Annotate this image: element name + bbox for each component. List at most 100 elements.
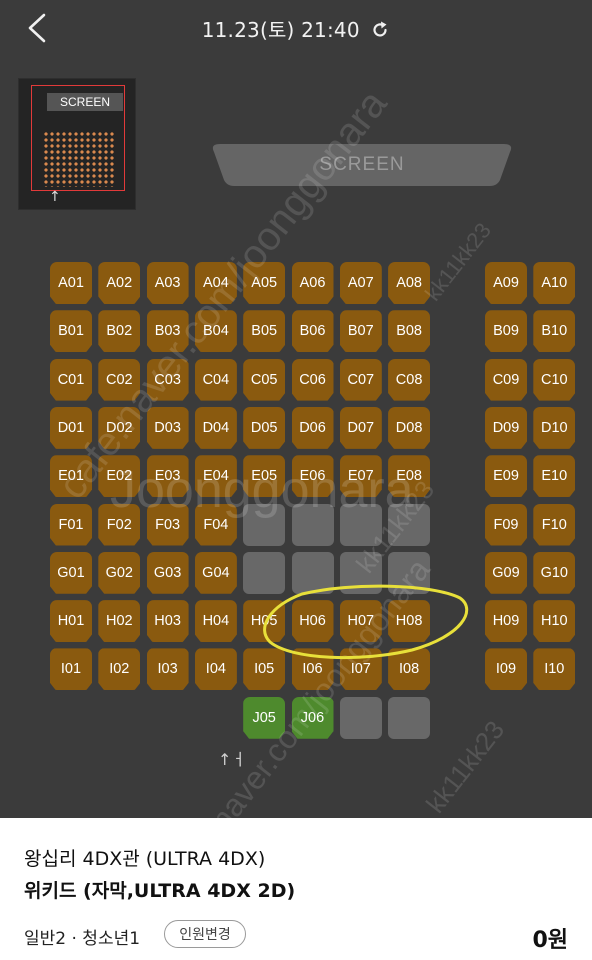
seat-d06[interactable]: D06 bbox=[291, 406, 334, 449]
seat-e02[interactable]: E02 bbox=[98, 455, 141, 498]
seat-i01[interactable]: I01 bbox=[50, 648, 92, 691]
seat-f02[interactable]: F02 bbox=[98, 503, 141, 546]
seat-i10[interactable]: I10 bbox=[533, 648, 576, 691]
seat-g01[interactable]: G01 bbox=[50, 551, 92, 594]
seat-e08[interactable]: E08 bbox=[388, 455, 431, 498]
top-bar: 11.23(토) 21:40 bbox=[0, 0, 592, 56]
seat-sold bbox=[339, 551, 382, 594]
seat-g09[interactable]: G09 bbox=[485, 551, 527, 594]
seat-e01[interactable]: E01 bbox=[50, 455, 92, 498]
seat-h06[interactable]: H06 bbox=[291, 600, 334, 643]
seat-a10[interactable]: A10 bbox=[533, 262, 576, 304]
seat-f04[interactable]: F04 bbox=[194, 503, 237, 546]
seat-minimap[interactable]: SCREEN ↑ bbox=[18, 78, 136, 210]
seat-g03[interactable]: G03 bbox=[146, 551, 189, 594]
seat-b03[interactable]: B03 bbox=[146, 310, 189, 353]
seat-a09[interactable]: A09 bbox=[485, 262, 527, 304]
seat-i06[interactable]: I06 bbox=[291, 648, 334, 691]
seat-f10[interactable]: F10 bbox=[533, 503, 576, 546]
seat-c01[interactable]: C01 bbox=[50, 358, 92, 401]
seat-b02[interactable]: B02 bbox=[98, 310, 141, 353]
seat-b10[interactable]: B10 bbox=[533, 310, 576, 353]
seat-i02[interactable]: I02 bbox=[98, 648, 141, 691]
seat-e10[interactable]: E10 bbox=[533, 455, 576, 498]
seat-a04[interactable]: A04 bbox=[194, 262, 237, 304]
seat-d02[interactable]: D02 bbox=[98, 406, 141, 449]
seat-d09[interactable]: D09 bbox=[485, 406, 527, 449]
seat-j05[interactable]: J05 bbox=[243, 696, 286, 739]
seat-d03[interactable]: D03 bbox=[146, 406, 189, 449]
seat-f01[interactable]: F01 bbox=[50, 503, 92, 546]
seat-c09[interactable]: C09 bbox=[485, 358, 527, 401]
theater-name: 왕십리 4DX관 (ULTRA 4DX) bbox=[24, 848, 266, 870]
seat-b09[interactable]: B09 bbox=[485, 310, 527, 353]
seat-c06[interactable]: C06 bbox=[291, 358, 334, 401]
seat-c08[interactable]: C08 bbox=[388, 358, 431, 401]
entrance-icon: ↑ㅓ bbox=[218, 750, 247, 769]
seat-a08[interactable]: A08 bbox=[388, 262, 431, 304]
seat-c02[interactable]: C02 bbox=[98, 358, 141, 401]
seat-d01[interactable]: D01 bbox=[50, 406, 92, 449]
seat-h07[interactable]: H07 bbox=[339, 600, 382, 643]
seat-a03[interactable]: A03 bbox=[146, 262, 189, 304]
seat-e06[interactable]: E06 bbox=[291, 455, 334, 498]
seat-i04[interactable]: I04 bbox=[194, 648, 237, 691]
seat-h05[interactable]: H05 bbox=[243, 600, 286, 643]
seat-e03[interactable]: E03 bbox=[146, 455, 189, 498]
seat-h04[interactable]: H04 bbox=[194, 600, 237, 643]
seat-c10[interactable]: C10 bbox=[533, 358, 576, 401]
seat-a02[interactable]: A02 bbox=[98, 262, 141, 304]
booking-summary-panel: 왕십리 4DX관 (ULTRA 4DX) 위키드 (자막,ULTRA 4DX 2… bbox=[0, 818, 592, 960]
seat-sold bbox=[291, 503, 334, 546]
seat-a01[interactable]: A01 bbox=[50, 262, 92, 304]
seat-c04[interactable]: C04 bbox=[194, 358, 237, 401]
seat-a06[interactable]: A06 bbox=[291, 262, 334, 304]
seat-b07[interactable]: B07 bbox=[339, 310, 382, 353]
refresh-icon[interactable] bbox=[370, 20, 390, 40]
seat-i07[interactable]: I07 bbox=[339, 648, 382, 691]
seat-h02[interactable]: H02 bbox=[98, 600, 141, 643]
change-audience-button[interactable]: 인원변경 bbox=[164, 920, 246, 948]
seat-b08[interactable]: B08 bbox=[388, 310, 431, 353]
seat-b06[interactable]: B06 bbox=[291, 310, 334, 353]
seat-i03[interactable]: I03 bbox=[146, 648, 189, 691]
seat-g10[interactable]: G10 bbox=[533, 551, 576, 594]
seat-sold bbox=[388, 696, 431, 739]
seat-sold bbox=[243, 551, 286, 594]
seat-i09[interactable]: I09 bbox=[485, 648, 527, 691]
seat-b01[interactable]: B01 bbox=[50, 310, 92, 353]
seat-e07[interactable]: E07 bbox=[339, 455, 382, 498]
seat-b05[interactable]: B05 bbox=[243, 310, 286, 353]
seat-d07[interactable]: D07 bbox=[339, 406, 382, 449]
seat-h09[interactable]: H09 bbox=[485, 600, 527, 643]
screen-indicator: SCREEN bbox=[210, 142, 514, 188]
seat-h08[interactable]: H08 bbox=[388, 600, 431, 643]
seat-d04[interactable]: D04 bbox=[194, 406, 237, 449]
seat-b04[interactable]: B04 bbox=[194, 310, 237, 353]
seat-sold bbox=[339, 503, 382, 546]
seat-f03[interactable]: F03 bbox=[146, 503, 189, 546]
seat-sold bbox=[339, 696, 382, 739]
seat-g04[interactable]: G04 bbox=[194, 551, 237, 594]
seat-h01[interactable]: H01 bbox=[50, 600, 92, 643]
seat-h10[interactable]: H10 bbox=[533, 600, 576, 643]
seat-c05[interactable]: C05 bbox=[243, 358, 286, 401]
seat-g02[interactable]: G02 bbox=[98, 551, 141, 594]
seat-e09[interactable]: E09 bbox=[485, 455, 527, 498]
seat-c07[interactable]: C07 bbox=[339, 358, 382, 401]
seat-j06[interactable]: J06 bbox=[291, 696, 334, 739]
seat-i05[interactable]: I05 bbox=[243, 648, 286, 691]
seat-h03[interactable]: H03 bbox=[146, 600, 189, 643]
seat-c03[interactable]: C03 bbox=[146, 358, 189, 401]
watermark-user-2: kk11kk23 bbox=[420, 714, 511, 819]
seat-d05[interactable]: D05 bbox=[243, 406, 286, 449]
seat-a07[interactable]: A07 bbox=[339, 262, 382, 304]
seat-d08[interactable]: D08 bbox=[388, 406, 431, 449]
total-price: 0원 bbox=[532, 928, 568, 953]
seat-i08[interactable]: I08 bbox=[388, 648, 431, 691]
seat-d10[interactable]: D10 bbox=[533, 406, 576, 449]
seat-e05[interactable]: E05 bbox=[243, 455, 286, 498]
seat-e04[interactable]: E04 bbox=[194, 455, 237, 498]
seat-f09[interactable]: F09 bbox=[485, 503, 527, 546]
seat-a05[interactable]: A05 bbox=[243, 262, 286, 304]
